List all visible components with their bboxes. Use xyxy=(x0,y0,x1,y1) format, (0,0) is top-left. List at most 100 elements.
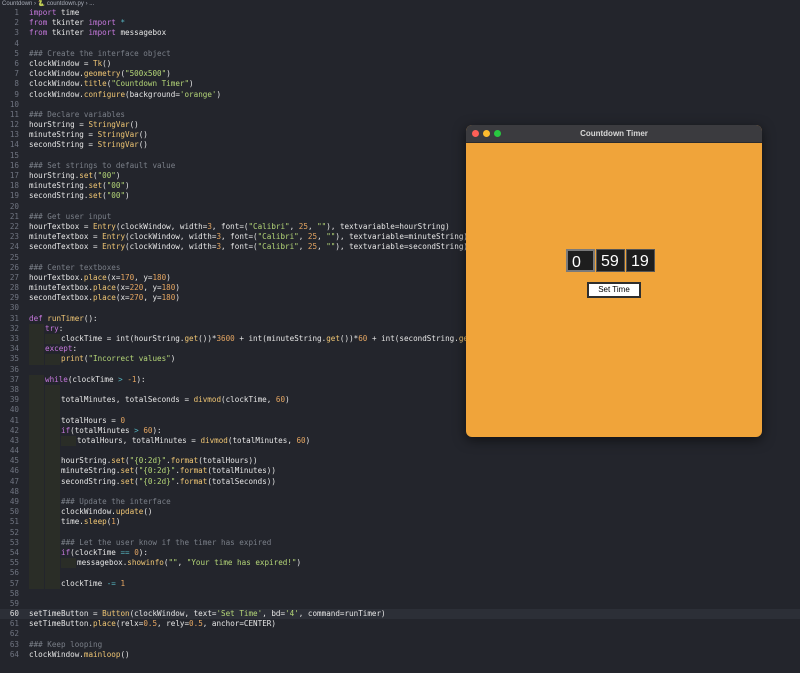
line-number: 7 xyxy=(14,69,19,79)
line-number: 4 xyxy=(14,38,19,48)
code-line[interactable]: 9 clockWindow.configure(background='orang… xyxy=(0,90,800,100)
line-number: 40 xyxy=(9,405,19,415)
code-line[interactable]: 49 ### Update the interface xyxy=(0,497,800,508)
code-token: clockWindow. xyxy=(29,89,84,99)
code-line[interactable]: 47 secondString.set("{0:2d}".format(total… xyxy=(0,476,800,487)
code-token: "{0:2d}" xyxy=(129,456,167,466)
code-token: (x= xyxy=(106,272,121,282)
code-line[interactable]: 53 ### Let the user know if the timer has… xyxy=(0,537,800,548)
code-token: , rely= xyxy=(157,619,190,629)
code-token: Entry xyxy=(102,232,126,242)
code-line[interactable]: 10 xyxy=(0,100,800,110)
breadcrumb-tail[interactable]: ... xyxy=(89,1,94,7)
code-token: set xyxy=(88,181,103,191)
line-number: 33 xyxy=(9,334,19,343)
code-line[interactable]: 54 if(clockTime == 0): xyxy=(0,547,800,559)
code-line[interactable]: 57 clockTime -= 1 xyxy=(0,578,800,589)
line-number: 57 xyxy=(9,578,19,588)
code-line[interactable]: 48 xyxy=(0,486,800,497)
code-line[interactable]: 45 hourString.set("{0:2d}".format(totalHo… xyxy=(0,456,800,467)
code-token: secondTextbox. xyxy=(29,293,94,303)
indent-guide xyxy=(45,547,60,559)
line-number: 43 xyxy=(9,435,19,445)
line-number: 37 xyxy=(9,374,19,384)
set-time-button[interactable]: Set Time xyxy=(587,282,641,298)
code-line[interactable]: 6 clockWindow = Tk() xyxy=(0,59,800,69)
indent-guide xyxy=(45,558,60,569)
code-line[interactable]: 52 xyxy=(0,527,800,538)
code-line[interactable]: 46 minuteString.set("{0:2d}".format(total… xyxy=(0,466,800,477)
code-line[interactable]: 3 from tkinter import messagebox xyxy=(0,28,800,38)
code-line[interactable]: 50 clockWindow.update() xyxy=(0,507,800,518)
code-token: + int(minuteString. xyxy=(234,334,327,343)
code-line[interactable]: 51 time.sleep(1) xyxy=(0,517,800,528)
code-token: hourString = xyxy=(29,120,89,130)
code-line[interactable]: 11 ### Declare variables xyxy=(0,110,800,120)
code-token: time. xyxy=(61,517,84,527)
minute-textbox[interactable]: 59 xyxy=(596,249,625,272)
code-token: "Countdown Timer" xyxy=(111,79,190,89)
code-text: clockWindow.update() xyxy=(61,507,152,517)
line-number: 19 xyxy=(9,191,19,201)
code-line[interactable]: 43 totalHours, totalMinutes = divmod(tota… xyxy=(0,435,800,447)
code-token: hourTextbox. xyxy=(29,272,84,282)
code-token: 25 xyxy=(298,221,308,231)
code-token: secondString. xyxy=(29,191,89,201)
code-text: secondString.set("00") xyxy=(29,191,130,201)
indent-guide xyxy=(45,354,60,365)
code-line[interactable]: 7 clockWindow.geometry("500x500") xyxy=(0,69,800,79)
hour-textbox[interactable]: 0 xyxy=(566,249,595,272)
code-token: , xyxy=(317,232,327,242)
code-token: "00" xyxy=(106,191,126,201)
code-text: setTimeButton.place(relx=0.5, rely=0.5, … xyxy=(29,619,276,629)
code-token: Entry xyxy=(102,242,126,252)
second-textbox[interactable]: 19 xyxy=(626,249,655,272)
code-text: ### Set strings to default value xyxy=(29,161,175,171)
code-line[interactable]: 8 clockWindow.title("Countdown Timer") xyxy=(0,79,800,89)
code-token: secondString = xyxy=(29,140,98,150)
code-token: ) xyxy=(216,89,222,99)
code-token: (clockTime xyxy=(70,547,121,557)
code-line[interactable]: 4 xyxy=(0,39,800,49)
window-titlebar[interactable]: Countdown Timer xyxy=(466,125,762,143)
breadcrumb-folder[interactable]: Countdown xyxy=(2,1,32,7)
code-token: 0 xyxy=(120,415,126,425)
code-line[interactable]: 62 xyxy=(0,629,800,639)
line-number: 20 xyxy=(9,201,19,211)
code-line[interactable]: 56 xyxy=(0,568,800,579)
line-number: 44 xyxy=(9,446,19,456)
code-token: ) xyxy=(166,272,171,282)
code-line[interactable]: 5 ### Create the interface object xyxy=(0,49,800,59)
code-token: "Calibri" xyxy=(257,232,299,242)
indent-guide xyxy=(45,486,60,497)
code-line[interactable]: 2 from tkinter import * xyxy=(0,18,800,28)
code-token: format xyxy=(179,466,208,476)
code-text: setTimeButton = Button(clockWindow, text… xyxy=(29,609,386,619)
code-line[interactable]: 44 xyxy=(0,446,800,457)
code-text: minuteString.set("00") xyxy=(29,181,130,191)
code-token: 60 xyxy=(358,334,368,343)
code-token: (clockTime, xyxy=(221,395,276,405)
code-token: from xyxy=(29,18,48,28)
code-line[interactable]: 63 ### Keep looping xyxy=(0,640,800,650)
code-token: "Calibri" xyxy=(248,221,290,231)
code-token: "Calibri" xyxy=(257,242,299,252)
indent-guide xyxy=(45,446,60,457)
indent-guide xyxy=(29,497,44,508)
code-token: , command=runTimer) xyxy=(298,609,386,619)
code-token: 180 xyxy=(161,293,176,303)
code-token: messagebox xyxy=(115,28,167,38)
code-line[interactable]: 60 setTimeButton = Button(clockWindow, te… xyxy=(0,609,800,620)
indent-guide xyxy=(45,456,60,467)
code-line[interactable]: 58 xyxy=(0,589,800,599)
code-line[interactable]: 61 setTimeButton.place(relx=0.5, rely=0.5… xyxy=(0,619,800,629)
line-number: 38 xyxy=(9,384,19,394)
code-text: totalHours, totalMinutes = divmod(totalM… xyxy=(77,436,310,446)
code-line[interactable]: 59 xyxy=(0,599,800,609)
code-line[interactable]: 1 import time xyxy=(0,8,800,18)
breadcrumb-file[interactable]: countdown.py xyxy=(47,1,84,7)
indent-guide xyxy=(45,415,60,426)
code-line[interactable]: 64 clockWindow.mainloop() xyxy=(0,650,800,660)
code-line[interactable]: 55 messagebox.showinfo("", "Your time has… xyxy=(0,558,800,569)
line-number: 30 xyxy=(9,303,19,313)
